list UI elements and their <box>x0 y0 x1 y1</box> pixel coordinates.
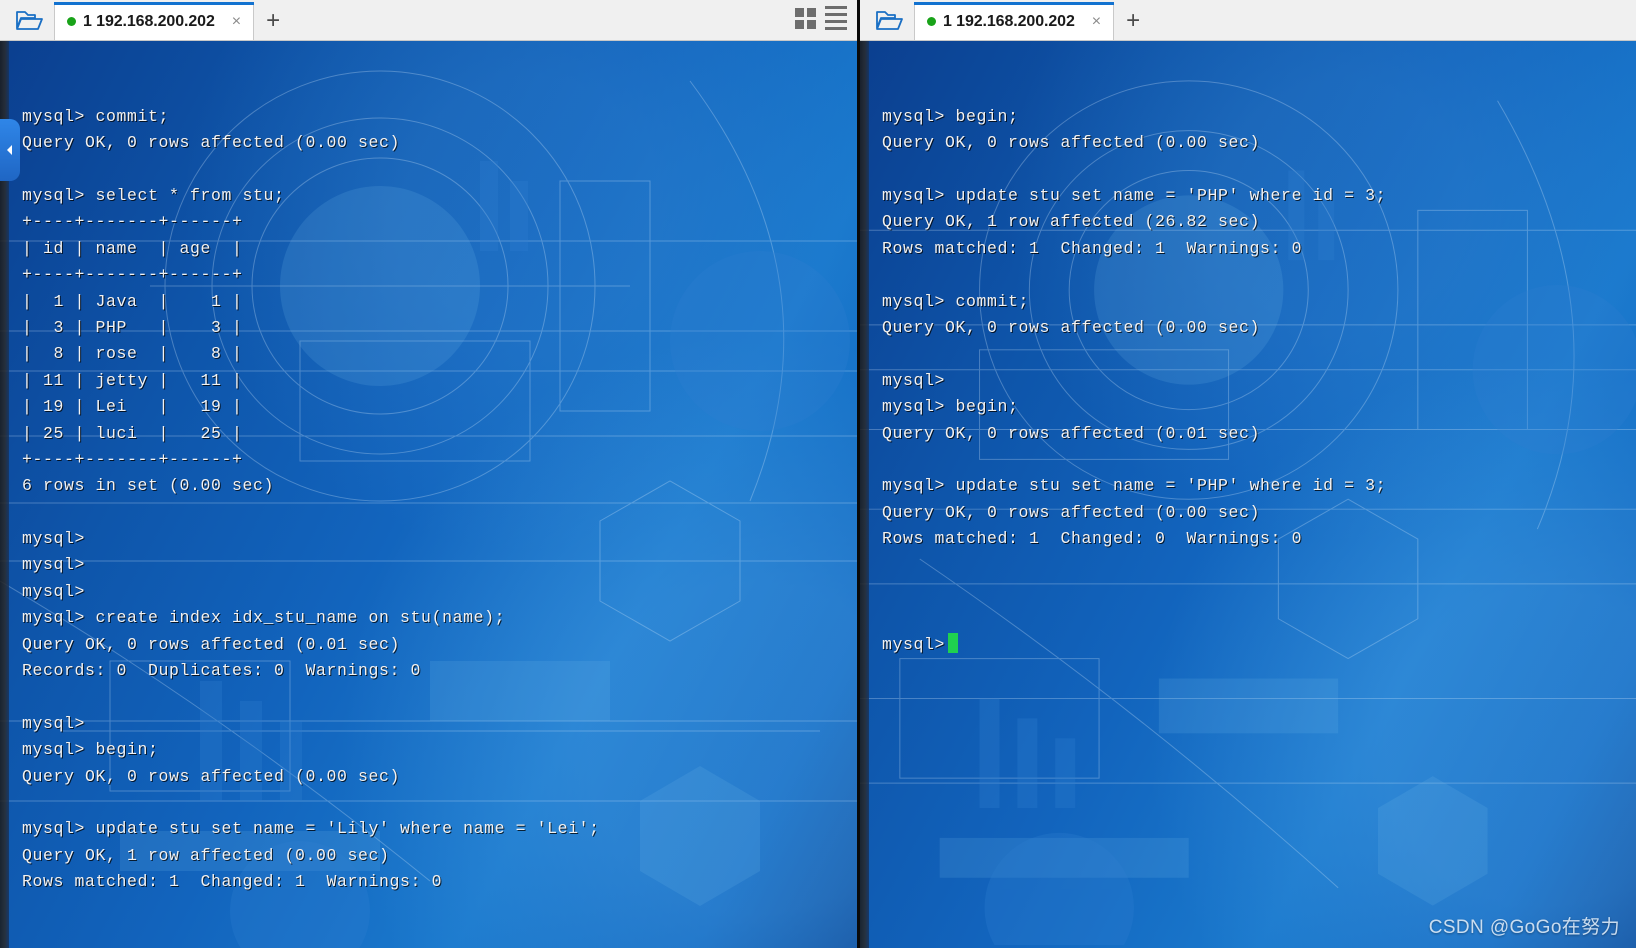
terminal-line: mysql> commit; <box>22 106 170 126</box>
terminal-line: mysql> commit; <box>882 291 1030 311</box>
terminal-line: Query OK, 1 row affected (26.82 sec) <box>882 212 1261 232</box>
folder-icon[interactable] <box>6 0 54 40</box>
terminal-line: Records: 0 Duplicates: 0 Warnings: 0 <box>22 661 422 681</box>
sidebar-expand-button[interactable] <box>0 119 20 181</box>
terminal-line: | 19 | Lei | 19 | <box>22 397 243 417</box>
right-tab-bar: 1 192.168.200.202 × + <box>860 0 1636 41</box>
folder-icon[interactable] <box>866 0 914 40</box>
right-terminal-pane: 1 192.168.200.202 × + mysql> begin; Quer… <box>857 0 1636 948</box>
terminal-line: Rows matched: 1 Changed: 1 Warnings: 0 <box>22 872 443 892</box>
terminal-line: +----+-------+------+ <box>22 449 243 469</box>
terminal-line: Query OK, 0 rows affected (0.00 sec) <box>882 502 1261 522</box>
right-terminal-surface[interactable]: mysql> begin; Query OK, 0 rows affected (… <box>860 41 1636 948</box>
tab-label: 1 192.168.200.202 <box>943 12 1075 30</box>
terminal-line: mysql> <box>22 529 86 549</box>
terminal-line: Rows matched: 1 Changed: 0 Warnings: 0 <box>882 529 1303 549</box>
tab-session-left[interactable]: 1 192.168.200.202 × <box>54 2 255 40</box>
right-terminal-output: mysql> begin; Query OK, 0 rows affected (… <box>860 41 1636 711</box>
terminal-line: Query OK, 0 rows affected (0.00 sec) <box>22 766 401 786</box>
terminal-line: Query OK, 0 rows affected (0.01 sec) <box>22 634 401 654</box>
terminal-line: 6 rows in set (0.00 sec) <box>22 476 275 496</box>
terminal-line: mysql> begin; <box>882 106 1019 126</box>
terminal-line: +----+-------+------+ <box>22 212 243 232</box>
terminal-line: Query OK, 0 rows affected (0.00 sec) <box>882 133 1261 153</box>
close-icon[interactable]: × <box>226 13 247 30</box>
left-tab-bar: 1 192.168.200.202 × + <box>0 0 857 41</box>
grid-view-icon[interactable] <box>795 7 816 29</box>
terminal-line: mysql> begin; <box>22 740 159 760</box>
list-view-icon[interactable] <box>825 6 847 30</box>
new-tab-button[interactable]: + <box>254 2 292 40</box>
right-prompt-text: mysql> <box>882 634 946 654</box>
new-tab-button[interactable]: + <box>1114 2 1152 40</box>
terminal-line: mysql> <box>22 581 86 601</box>
left-terminal-pane: 1 192.168.200.202 × + mysql> commit; Que… <box>0 0 857 948</box>
right-terminal-lines: mysql> begin; Query OK, 0 rows affected (… <box>882 104 1636 579</box>
left-terminal-output: mysql> commit; Query OK, 0 rows affected … <box>0 41 857 948</box>
terminal-line: mysql> update stu set name = 'PHP' where… <box>882 476 1387 496</box>
tab-label: 1 192.168.200.202 <box>83 12 215 30</box>
terminal-line: mysql> update stu set name = 'Lily' wher… <box>22 819 600 839</box>
tab-session-right[interactable]: 1 192.168.200.202 × <box>914 2 1115 40</box>
terminal-line: | 1 | Java | 1 | <box>22 291 243 311</box>
terminal-line: mysql> update stu set name = 'PHP' where… <box>882 185 1387 205</box>
terminal-line: | id | name | age | <box>22 238 243 258</box>
terminal-line: | 8 | rose | 8 | <box>22 344 243 364</box>
left-terminal-surface[interactable]: mysql> commit; Query OK, 0 rows affected … <box>0 41 857 948</box>
left-terminal-lines: mysql> commit; Query OK, 0 rows affected … <box>22 104 857 922</box>
terminal-line: +----+-------+------+ <box>22 265 243 285</box>
connection-status-dot <box>67 17 76 26</box>
terminal-line: mysql> create index idx_stu_name on stu(… <box>22 608 506 628</box>
terminal-line: mysql> <box>882 370 946 390</box>
terminal-line: mysql> select * from stu; <box>22 185 285 205</box>
terminal-line: mysql> <box>22 555 86 575</box>
left-toolbar <box>795 2 857 40</box>
terminal-line: | 3 | PHP | 3 | <box>22 317 243 337</box>
terminal-line: Query OK, 0 rows affected (0.00 sec) <box>22 133 401 153</box>
connection-status-dot <box>927 17 936 26</box>
terminal-line: mysql> <box>22 713 86 733</box>
terminal-line: Query OK, 0 rows affected (0.01 sec) <box>882 423 1261 443</box>
right-prompt-line: mysql> <box>882 632 1636 658</box>
terminal-line: mysql> begin; <box>882 397 1019 417</box>
terminal-line: | 25 | luci | 25 | <box>22 423 243 443</box>
chevron-left-icon <box>7 145 12 155</box>
terminal-line: Query OK, 1 row affected (0.00 sec) <box>22 845 390 865</box>
close-icon[interactable]: × <box>1086 13 1107 30</box>
dual-terminal-window: 1 192.168.200.202 × + mysql> commit; Que… <box>0 0 1636 948</box>
terminal-line: Rows matched: 1 Changed: 1 Warnings: 0 <box>882 238 1303 258</box>
terminal-line: | 11 | jetty | 11 | <box>22 370 243 390</box>
csdn-watermark: CSDN @GoGo在努力 <box>1428 917 1620 938</box>
terminal-line: Query OK, 0 rows affected (0.00 sec) <box>882 317 1261 337</box>
right-cursor <box>948 632 959 653</box>
